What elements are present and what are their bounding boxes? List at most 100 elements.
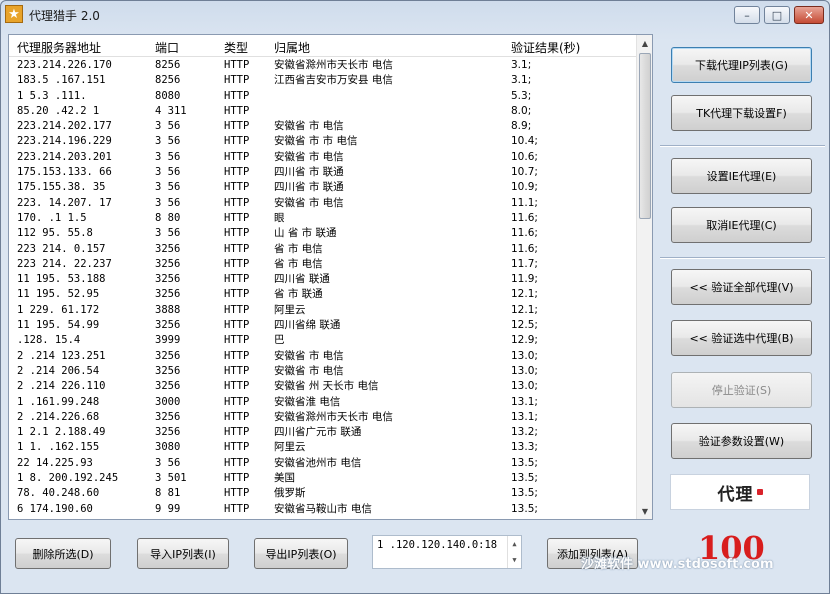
title-bar[interactable]: ★ 代理猎手 2.0 – □ ✕ [1,1,829,29]
set-ie-proxy-button[interactable]: 设置IE代理(E) [671,158,812,194]
table-row[interactable]: 1 229. 61.172 3888 HTTP 阿里云 12.1; [9,303,637,318]
table-row[interactable]: 223.214.226.170 8256 HTTP 安徽省滁州市天长市 电信 3.1; [9,58,637,73]
cell-address: 2 .214 226.110 [17,380,106,393]
column-header-location[interactable]: 归属地 [274,39,310,56]
cell-address: 1 8. 200.192.245 [17,472,119,485]
spin-up-icon[interactable]: ▲ [512,540,516,548]
table-row[interactable]: 170. .1 1.5 8 80 HTTP 眼 11.6; [9,211,637,226]
cell-address: 2 .214 123.251 [17,349,106,362]
table-row[interactable]: 1 2.1 2.188.49 3256 HTTP 四川省广元市 联通 13.2; [9,425,637,440]
table-row[interactable]: 11 195. 53.188 3256 HTTP 四川省 联通 11.9; [9,272,637,287]
cell-port: 3 56 [155,135,181,148]
table-row[interactable]: 1 5.3 .111. 8080 HTTP 5.3; [9,89,637,104]
cell-location: 省 市 联通 [274,288,323,301]
import-list-button[interactable]: 导入IP列表(I) [137,538,229,569]
window-title: 代理猎手 2.0 [29,9,100,23]
column-header-type[interactable]: 类型 [224,39,248,56]
cell-location: 山 省 市 联通 [274,227,337,240]
table-row[interactable]: 1 8. 200.192.245 3 501 HTTP 美国 13.5; [9,471,637,486]
delete-selected-button[interactable]: 删除所选(D) [15,538,111,569]
column-header-port[interactable]: 端口 [155,39,179,56]
table-row[interactable]: 183.5 .167.151 8256 HTTP 江西省吉安市万安县 电信 3.1; [9,73,637,88]
table-row[interactable]: 2 .214 123.251 3256 HTTP 安徽省 市 电信 13.0; [9,349,637,364]
cell-result: 13.0; [511,364,538,377]
minimize-button[interactable]: – [734,6,760,24]
verify-all-button[interactable]: << 验证全部代理(V) [671,269,812,305]
cell-location: 四川省 市 联通 [274,181,344,194]
cell-location: 四川省 联通 [274,273,330,286]
table-row[interactable]: 175.155.38. 35 3 56 HTTP 四川省 市 联通 10.9; [9,180,637,195]
table-row[interactable]: 1 .161.99.248 3000 HTTP 安徽省淮 电信 13.1; [9,395,637,410]
cell-result: 11.6; [511,242,538,255]
verify-selected-button[interactable]: << 验证选中代理(B) [671,320,812,356]
table-row[interactable]: .128. 15.4 3999 HTTP 巴 12.9; [9,333,637,348]
cell-location: 安徽省淮 电信 [274,395,341,408]
table-row[interactable]: 223.214.203.201 3 56 HTTP 安徽省 市 电信 10.6; [9,150,637,165]
cell-port: 3 56 [155,196,181,209]
table-row[interactable]: 11 195. 52.95 3256 HTTP 省 市 联通 12.1; [9,287,637,302]
ip-input[interactable]: 1 .120.120.140.0:18 ▲ ▼ [372,535,522,569]
cell-address: 85.20 .42.2 1 [17,104,100,117]
download-list-button[interactable]: 下载代理IP列表(G) [671,47,812,83]
table-row[interactable]: 2 .214 206.54 3256 HTTP 安徽省 市 电信 13.0; [9,364,637,379]
cell-port: 3256 [155,257,181,270]
column-header-result[interactable]: 验证结果(秒) [511,39,580,56]
table-row[interactable]: 1 1. .162.155 3080 HTTP 阿里云 13.3; [9,440,637,455]
table-row[interactable]: 6 174.190.60 9 99 HTTP 安徽省马鞍山市 电信 13.5; [9,502,637,517]
table-row[interactable]: 223 214. 0.157 3256 HTTP 省 市 电信 11.6; [9,242,637,257]
cell-result: 5.3; [511,89,532,102]
cell-port: 9 99 [155,502,181,515]
scroll-thumb[interactable] [639,53,651,219]
cell-location: 安徽省滁州市天长市 电信 [274,59,393,71]
cell-port: 3256 [155,319,181,332]
table-row[interactable]: 223 214. 22.237 3256 HTTP 省 市 电信 11.7; [9,257,637,272]
cell-address: 1 5.3 .111. [17,89,87,102]
scroll-down-icon[interactable]: ▼ [637,503,653,519]
cell-port: 8080 [155,89,181,102]
proxy-list[interactable]: 代理服务器地址 端口 类型 归属地 验证结果(秒) 223.214.226.17… [8,34,653,520]
cell-location: 安徽省 市 市 电信 [274,135,358,148]
cell-result: 10.6; [511,150,538,163]
cell-port: 3256 [155,288,181,301]
cell-type: HTTP [224,150,250,163]
ip-input-value: 1 .120.120.140.0:18 [377,539,498,551]
verify-params-button[interactable]: 验证参数设置(W) [671,423,812,459]
close-button[interactable]: ✕ [794,6,824,24]
table-row[interactable]: 2 .214.226.68 3256 HTTP 安徽省滁州市天长市 电信 13.1; [9,410,637,425]
table-row[interactable]: 112 95. 55.8 3 56 HTTP 山 省 市 联通 11.6; [9,226,637,241]
stop-verify-button[interactable]: 停止验证(S) [671,372,812,408]
cell-address: 183.5 .167.151 [17,74,106,87]
column-header-address[interactable]: 代理服务器地址 [17,39,101,56]
table-row[interactable]: 22 14.225.93 3 56 HTTP 安徽省池州市 电信 13.5; [9,456,637,471]
table-row[interactable]: 175.153.133. 66 3 56 HTTP 四川省 市 联通 10.7; [9,165,637,180]
spin-down-icon[interactable]: ▼ [512,556,516,564]
cancel-ie-proxy-button[interactable]: 取消IE代理(C) [671,207,812,243]
cell-port: 3888 [155,303,181,316]
export-list-button[interactable]: 导出IP列表(O) [254,538,348,569]
table-row[interactable]: 223.214.202.177 3 56 HTTP 安徽省 市 电信 8.9; [9,119,637,134]
cell-result: 13.5; [511,487,538,500]
download-settings-button[interactable]: TK代理下载设置F) [671,95,812,131]
cell-address: 11 195. 53.188 [17,273,106,286]
cell-type: HTTP [224,211,250,224]
table-row[interactable]: 78. 40.248.60 8 81 HTTP 俄罗斯 13.5; [9,486,637,501]
cell-location: 安徽省 州 天长市 电信 [274,380,379,393]
cell-port: 3256 [155,380,181,393]
cell-type: HTTP [224,166,250,179]
table-row[interactable]: 2 .214 226.110 3256 HTTP 安徽省 州 天长市 电信 13.0; [9,379,637,394]
vertical-scrollbar[interactable]: ▲ ▼ [636,35,652,519]
cell-result: 13.3; [511,441,538,454]
cell-port: 8256 [155,74,181,87]
ip-input-spinner[interactable]: ▲ ▼ [507,536,521,568]
table-row[interactable]: 11 195. 54.99 3256 HTTP 四川省绵 联通 12.5; [9,318,637,333]
logo: 代理 [670,474,810,510]
cell-port: 3999 [155,334,181,347]
cell-result: 10.4; [511,135,538,148]
table-row[interactable]: 85.20 .42.2 1 4 311 HTTP 8.0; [9,104,637,119]
table-row[interactable]: 223.214.196.229 3 56 HTTP 安徽省 市 市 电信 10.4; [9,134,637,149]
cell-location: 俄罗斯 [274,487,306,500]
cell-type: HTTP [224,502,250,515]
maximize-button[interactable]: □ [764,6,790,24]
scroll-up-icon[interactable]: ▲ [637,35,653,51]
table-row[interactable]: 223. 14.207. 17 3 56 HTTP 安徽省 市 电信 11.1; [9,196,637,211]
